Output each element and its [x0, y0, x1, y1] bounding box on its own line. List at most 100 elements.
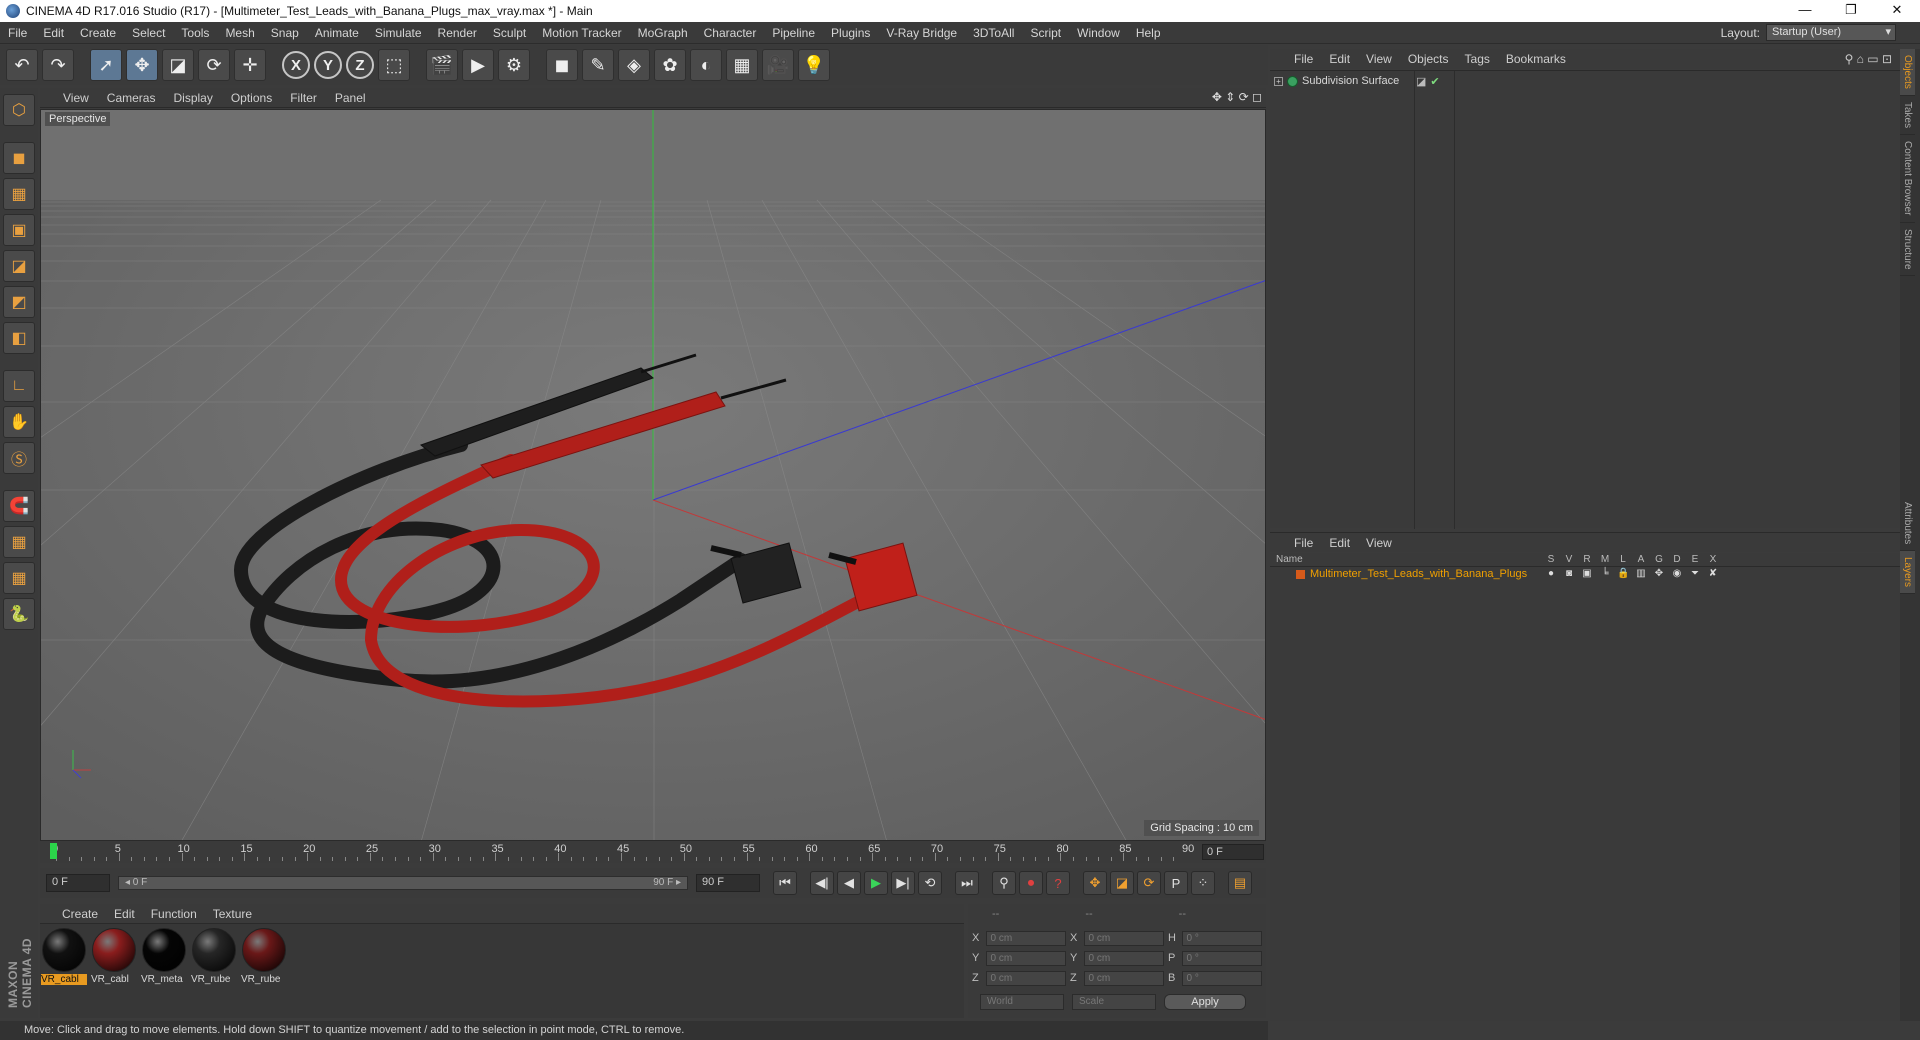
cube-primitive-icon[interactable]: ◼: [546, 49, 578, 81]
position-x-field[interactable]: 0 cm: [985, 930, 1066, 946]
max-frame-field[interactable]: 90 F: [696, 874, 760, 892]
planar-workplane-icon[interactable]: ▦: [3, 562, 35, 594]
edges-mode-icon[interactable]: ◩: [3, 286, 35, 318]
material-menu-function[interactable]: Function: [143, 907, 205, 921]
previous-key-button[interactable]: ◀|: [810, 871, 834, 895]
texture-mode-icon[interactable]: ▦: [3, 178, 35, 210]
material-menu-edit[interactable]: Edit: [106, 907, 143, 921]
rotation-p-field[interactable]: 0 °: [1181, 950, 1262, 966]
menu-file[interactable]: File: [0, 26, 35, 40]
workplane-mode-icon[interactable]: ▣: [3, 214, 35, 246]
go-to-end-button[interactable]: ⏭: [955, 871, 979, 895]
coordinate-space-dropdown[interactable]: World: [980, 994, 1064, 1010]
render-picture-viewer-icon[interactable]: ▶: [462, 49, 494, 81]
material-swatch[interactable]: VR_cabl: [91, 928, 136, 1014]
preview-range-slider[interactable]: ◂ 0 F 90 F ▸: [118, 876, 688, 890]
restore-button[interactable]: ❐: [1828, 0, 1874, 22]
material-menu-create[interactable]: Create: [54, 907, 106, 921]
material-menu-texture[interactable]: Texture: [205, 907, 260, 921]
timeline-window-button[interactable]: ▤: [1228, 871, 1252, 895]
viewport-menu-options[interactable]: Options: [222, 91, 281, 105]
layer-menu-view[interactable]: View: [1358, 536, 1400, 550]
tab-objects[interactable]: Objects: [1900, 49, 1915, 96]
material-swatch[interactable]: VR_meta: [141, 928, 186, 1014]
points-mode-icon[interactable]: ◪: [3, 250, 35, 282]
tweak-mode-icon[interactable]: ✋: [3, 406, 35, 438]
layer-color-swatch[interactable]: [1296, 570, 1305, 579]
layout-select[interactable]: Startup (User): [1766, 24, 1896, 41]
object-menu-bookmarks[interactable]: Bookmarks: [1498, 52, 1574, 66]
deformer-icon[interactable]: ◐: [690, 49, 722, 81]
timeline-playhead[interactable]: [50, 843, 57, 859]
rotation-h-field[interactable]: 0 °: [1181, 930, 1262, 946]
position-y-field[interactable]: 0 cm: [985, 950, 1066, 966]
menu-motion-tracker[interactable]: Motion Tracker: [534, 26, 629, 40]
model-mode-icon[interactable]: ◼: [3, 142, 35, 174]
menu-edit[interactable]: Edit: [35, 26, 72, 40]
apply-button[interactable]: Apply: [1164, 994, 1246, 1010]
perspective-viewport[interactable]: Perspective Grid Spacing : 10 cm: [40, 109, 1266, 841]
move-tool[interactable]: ✥: [126, 49, 158, 81]
layer-flag-icons[interactable]: ● ◙ ▣ ╘ 🔒 ▥ ✥ ◉ ⏷ ✘: [1545, 568, 1719, 579]
size-mode-dropdown[interactable]: Scale: [1072, 994, 1156, 1010]
object-menu-objects[interactable]: Objects: [1400, 52, 1457, 66]
object-menu-file[interactable]: File: [1286, 52, 1321, 66]
menu-plugins[interactable]: Plugins: [823, 26, 878, 40]
object-manager-search-icons[interactable]: ⚲ ⌂ ▭ ⊡: [1845, 52, 1892, 66]
redo-button[interactable]: ↷: [42, 49, 74, 81]
previous-frame-button[interactable]: ◀: [837, 871, 861, 895]
menu-animate[interactable]: Animate: [307, 26, 367, 40]
layer-row[interactable]: Multimeter_Test_Leads_with_Banana_Plugs …: [1270, 567, 1900, 583]
python-icon[interactable]: 🐍: [3, 598, 35, 630]
tab-takes[interactable]: Takes: [1900, 96, 1915, 136]
next-frame-button[interactable]: ▶|: [891, 871, 915, 895]
mograph-cloner-icon[interactable]: ✿: [654, 49, 686, 81]
record-rotation-button[interactable]: ⟳: [1137, 871, 1161, 895]
menu-help[interactable]: Help: [1128, 26, 1169, 40]
tab-layers[interactable]: Layers: [1900, 551, 1915, 595]
size-x-field[interactable]: 0 cm: [1083, 930, 1164, 946]
snap-magnet-icon[interactable]: 🧲: [3, 490, 35, 522]
render-settings-icon[interactable]: ⚙: [498, 49, 530, 81]
tab-structure[interactable]: Structure: [1900, 223, 1915, 277]
menu-pipeline[interactable]: Pipeline: [764, 26, 823, 40]
menu-snap[interactable]: Snap: [263, 26, 307, 40]
record-point-level-button[interactable]: ⁘: [1191, 871, 1215, 895]
keyframe-selection-button[interactable]: ?: [1046, 871, 1070, 895]
scale-tool[interactable]: ◪: [162, 49, 194, 81]
menu-mesh[interactable]: Mesh: [217, 26, 262, 40]
current-frame-field[interactable]: 0 F: [1202, 844, 1264, 860]
coordinate-system-icon[interactable]: ⬚: [378, 49, 410, 81]
rotate-tool[interactable]: ⟳: [198, 49, 230, 81]
viewport-menu-cameras[interactable]: Cameras: [98, 91, 165, 105]
timeline-ruler[interactable]: 051015202530354045505560657075808590 0 F: [40, 841, 1266, 863]
rotation-b-field[interactable]: 0 °: [1181, 970, 1262, 986]
solo-mode-icon[interactable]: Ⓢ: [3, 442, 35, 474]
camera-icon[interactable]: 🎥: [762, 49, 794, 81]
record-active-objects-button[interactable]: ⚲: [992, 871, 1016, 895]
viewport-navigation-icons[interactable]: ✥ ⇕ ⟳ ◻: [1212, 90, 1262, 104]
size-y-field[interactable]: 0 cm: [1083, 950, 1164, 966]
play-forward-button[interactable]: ▶: [864, 871, 888, 895]
make-editable-icon[interactable]: ⬡: [3, 94, 35, 126]
viewport-menu-panel[interactable]: Panel: [326, 91, 375, 105]
y-axis-lock[interactable]: Y: [314, 51, 342, 79]
record-scale-button[interactable]: ◪: [1110, 871, 1134, 895]
object-menu-tags[interactable]: Tags: [1457, 52, 1498, 66]
menu-script[interactable]: Script: [1022, 26, 1069, 40]
next-key-button[interactable]: ⟲: [918, 871, 942, 895]
go-to-start-button[interactable]: ⏮: [773, 871, 797, 895]
menu-create[interactable]: Create: [72, 26, 124, 40]
polygons-mode-icon[interactable]: ◧: [3, 322, 35, 354]
material-swatch[interactable]: VR_rube: [241, 928, 286, 1014]
object-row-subdivision-surface[interactable]: + Subdivision Surface: [1274, 75, 1399, 87]
workplane-lock-icon[interactable]: ▦: [3, 526, 35, 558]
menu-sculpt[interactable]: Sculpt: [485, 26, 534, 40]
menu-mograph[interactable]: MoGraph: [630, 26, 696, 40]
menu-simulate[interactable]: Simulate: [367, 26, 430, 40]
subdivision-surface-icon[interactable]: ◈: [618, 49, 650, 81]
floor-icon[interactable]: ▦: [726, 49, 758, 81]
material-swatch[interactable]: VR_cabl: [41, 928, 87, 1014]
min-frame-field[interactable]: 0 F: [46, 874, 110, 892]
size-z-field[interactable]: 0 cm: [1083, 970, 1164, 986]
